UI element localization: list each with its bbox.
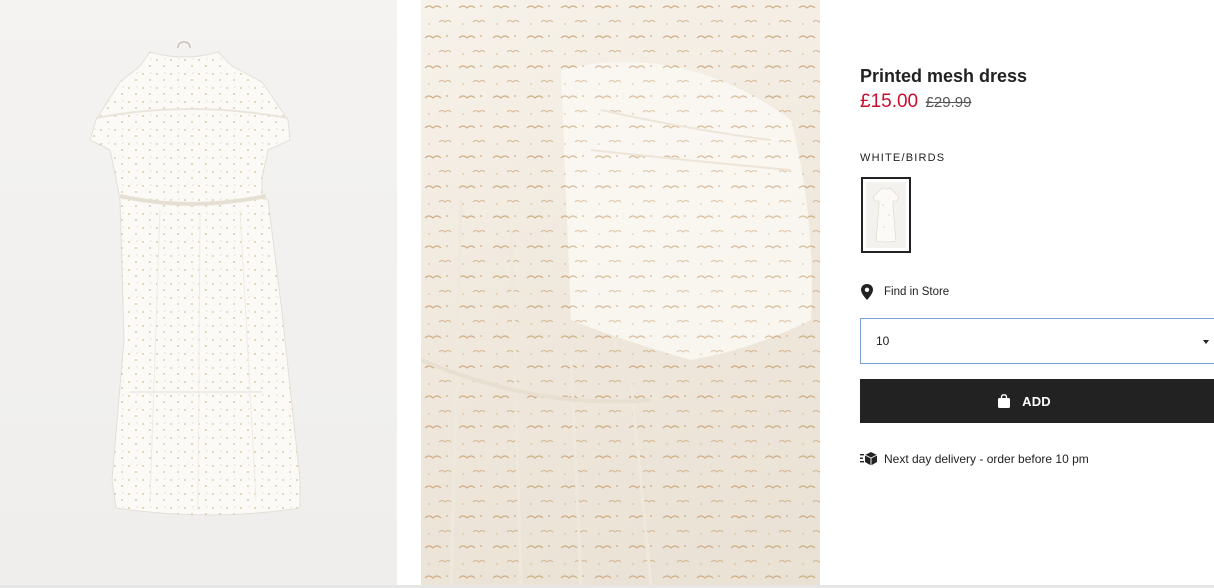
add-to-bag-button[interactable]: ADD <box>860 379 1214 423</box>
find-in-store-label: Find in Store <box>884 286 950 298</box>
original-price: £29.99 <box>925 94 972 111</box>
shopping-bag-icon <box>997 394 1011 408</box>
product-page: Printed mesh dress £15.00 £29.99 WHITE/B… <box>0 0 1214 588</box>
color-swatch-white-birds[interactable] <box>861 177 911 253</box>
chevron-down-icon <box>1203 340 1209 344</box>
dress-thumbnail-icon <box>872 187 900 243</box>
dress-detail-illustration <box>421 0 820 585</box>
size-select[interactable]: 10 <box>860 318 1214 364</box>
dress-illustration <box>89 41 301 516</box>
price-row: £15.00 £29.99 <box>860 91 971 113</box>
product-title: Printed mesh dress <box>860 66 1028 86</box>
add-button-label: ADD <box>1022 393 1051 409</box>
delivery-text: Next day delivery - order before 10 pm <box>884 452 1089 466</box>
product-details: Printed mesh dress £15.00 £29.99 WHITE/B… <box>860 0 1214 588</box>
color-name: WHITE/BIRDS <box>860 152 946 164</box>
sale-price: £15.00 <box>860 91 919 112</box>
product-image-detail[interactable] <box>421 0 820 585</box>
product-image-main[interactable] <box>0 0 397 585</box>
find-in-store-link[interactable]: Find in Store <box>860 284 949 300</box>
delivery-info: Next day delivery - order before 10 pm <box>860 452 1089 466</box>
swatch-thumbnail <box>866 182 906 248</box>
size-selected-value: 10 <box>876 334 890 348</box>
delivery-truck-icon <box>860 452 878 466</box>
image-gap <box>397 0 421 588</box>
location-pin-icon <box>860 284 874 300</box>
